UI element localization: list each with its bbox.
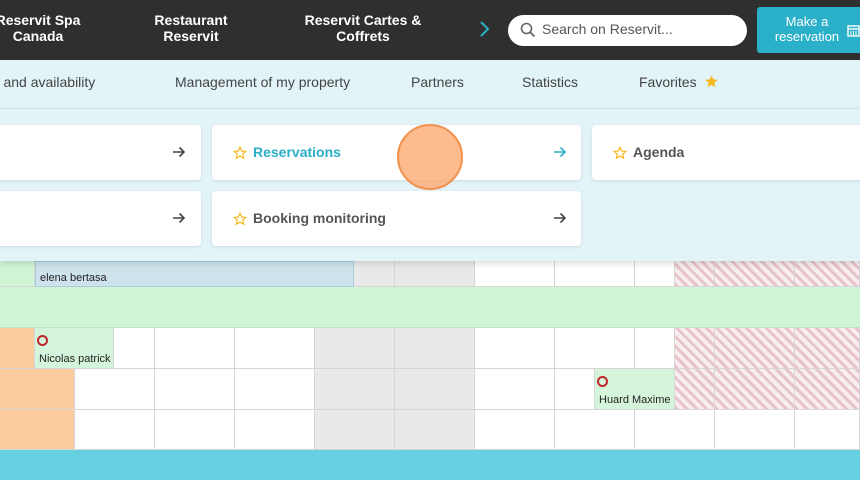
arrow-right-icon	[554, 146, 567, 158]
calendar-row-highlight	[0, 287, 860, 328]
star-outline-icon[interactable]	[613, 146, 627, 160]
calendar-cell[interactable]	[235, 328, 315, 369]
star-outline-icon[interactable]	[233, 146, 247, 160]
menu-label-reservations: Reservations	[253, 144, 341, 160]
calendar-cell[interactable]	[635, 410, 715, 450]
calendar-cell[interactable]	[395, 410, 475, 450]
calendar-cell-unavailable	[675, 328, 715, 369]
calendar-icon	[847, 25, 860, 37]
calendar-cell[interactable]	[155, 328, 235, 369]
calendar-cell[interactable]	[795, 410, 860, 450]
nav-statistics[interactable]: Statistics	[522, 74, 578, 90]
calendar-cell[interactable]	[555, 328, 635, 369]
reservation-entry[interactable]: Huard Maxime	[595, 369, 675, 410]
reservation-guest-name: elena bertasa	[40, 272, 107, 284]
calendar-cell[interactable]	[315, 328, 395, 369]
menu-card-agenda[interactable]: Agenda	[592, 125, 860, 180]
calendar-cell[interactable]	[0, 328, 35, 369]
nav-rates-and-availability[interactable]: Rates and availability	[0, 74, 95, 90]
calendar-cell[interactable]	[475, 369, 555, 410]
calendar-cell[interactable]	[75, 410, 155, 450]
reservation-block[interactable]: elena bertasa	[35, 261, 354, 287]
search-box	[508, 15, 747, 46]
menu-card-hidden-left-bottom[interactable]	[0, 191, 201, 246]
calendar-cell-unavailable	[675, 261, 715, 287]
search-input[interactable]	[542, 21, 737, 37]
reservation-entry[interactable]: elena bertasa	[36, 262, 355, 288]
secondary-navigation: Rates and availability Management of my …	[0, 60, 860, 109]
calendar-cell[interactable]	[555, 369, 595, 410]
calendar-cell[interactable]	[475, 328, 555, 369]
arrow-right-icon	[173, 146, 186, 158]
calendar-cell[interactable]	[0, 369, 75, 410]
make-reservation-button[interactable]: Make a reservation	[757, 7, 860, 53]
calendar-cell[interactable]	[395, 328, 475, 369]
make-reservation-label: Make a reservation	[774, 14, 840, 44]
reservation-guest-name: Huard Maxime	[599, 394, 671, 406]
calendar-cell[interactable]	[395, 261, 475, 287]
calendar-cell[interactable]	[475, 261, 555, 287]
calendar-cell-unavailable	[715, 261, 795, 287]
reservation-block[interactable]: Nicolas patrick	[35, 328, 114, 369]
search-icon	[520, 22, 536, 38]
nav-management-of-my-property[interactable]: Management of my property	[175, 74, 350, 90]
topnav-label: Reservit Spa Canada	[0, 12, 81, 44]
calendar-cell[interactable]	[475, 410, 555, 450]
calendar-cell-unavailable	[795, 328, 860, 369]
star-filled-icon	[705, 75, 718, 88]
topnav-restaurant-reservit[interactable]: Restaurant Reservit	[146, 12, 236, 44]
topnav-label: Reservit Cartes & Coffrets	[304, 12, 422, 44]
reservation-block[interactable]: Huard Maxime	[595, 369, 675, 410]
calendar-cell[interactable]	[114, 328, 155, 369]
star-outline-icon[interactable]	[233, 212, 247, 226]
calendar-cell[interactable]	[0, 410, 75, 450]
calendar-cell[interactable]	[315, 410, 395, 450]
calendar-cell[interactable]	[555, 410, 635, 450]
topnav-label: Restaurant Reservit	[154, 12, 228, 44]
topnav-reservit-cartes-coffrets[interactable]: Reservit Cartes & Coffrets	[302, 12, 424, 44]
arrow-right-icon	[554, 212, 567, 224]
calendar-cell[interactable]	[715, 410, 795, 450]
calendar-cell[interactable]	[0, 261, 35, 287]
calendar-cell-unavailable	[715, 328, 795, 369]
calendar-cell[interactable]	[395, 369, 475, 410]
reservation-guest-name: Nicolas patrick	[39, 353, 111, 365]
menu-label-booking-monitoring: Booking monitoring	[253, 210, 386, 226]
calendar-cell[interactable]	[555, 261, 635, 287]
calendar-cell[interactable]	[315, 369, 395, 410]
nav-favorites[interactable]: Favorites	[639, 74, 697, 90]
calendar-cell-unavailable	[675, 369, 715, 410]
topnav-reservit-spa-canada[interactable]: Reservit Spa Canada	[0, 12, 84, 44]
chevron-right-icon[interactable]	[476, 18, 492, 40]
calendar-cell[interactable]	[235, 369, 315, 410]
calendar-cell[interactable]	[155, 369, 235, 410]
menu-card-hidden-left-top[interactable]	[0, 125, 201, 180]
arrow-right-icon	[173, 212, 186, 224]
reservation-calendar: elena bertasa Nicolas patrick Huard Maxi…	[0, 261, 860, 480]
calendar-section-header	[0, 450, 860, 480]
calendar-cell[interactable]	[75, 369, 155, 410]
menu-card-booking-monitoring[interactable]: Booking monitoring	[212, 191, 581, 246]
click-indicator	[397, 124, 463, 190]
calendar-cell-unavailable	[795, 261, 860, 287]
calendar-cell-unavailable	[715, 369, 795, 410]
calendar-cell[interactable]	[354, 261, 395, 287]
top-navigation-bar: Reservit Spa Canada Restaurant Reservit …	[0, 0, 860, 60]
calendar-cell[interactable]	[235, 410, 315, 450]
calendar-cell-unavailable	[795, 369, 860, 410]
reservation-entry[interactable]: Nicolas patrick	[35, 328, 114, 369]
calendar-cell[interactable]	[635, 261, 675, 287]
calendar-cell[interactable]	[155, 410, 235, 450]
calendar-cell[interactable]	[635, 328, 675, 369]
nav-partners[interactable]: Partners	[411, 74, 464, 90]
menu-label-agenda: Agenda	[633, 144, 685, 160]
